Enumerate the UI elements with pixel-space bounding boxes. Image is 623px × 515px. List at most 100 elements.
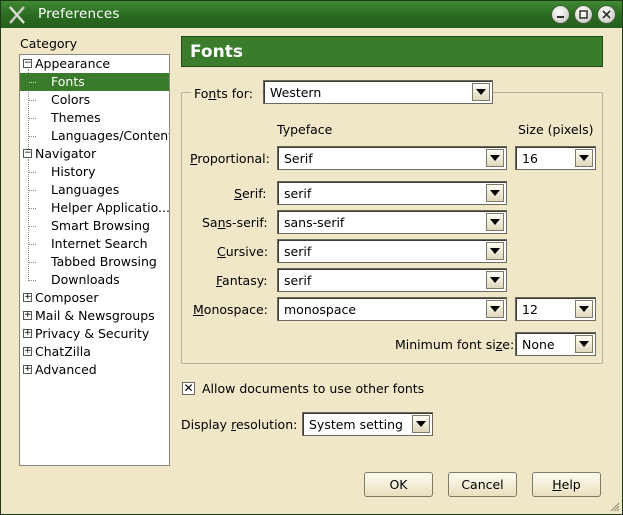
tree-item-mail-newsgroups[interactable]: + Mail & Newsgroups <box>20 307 169 325</box>
dropdown-arrow-icon[interactable] <box>575 149 593 167</box>
category-tree[interactable]: − Appearance Fonts Colors Themes Languag… <box>19 54 170 466</box>
dropdown-arrow-icon[interactable] <box>486 300 504 318</box>
fonts-for-value: Western <box>270 85 322 100</box>
display-resolution-select[interactable]: System setting <box>302 412 433 436</box>
maximize-icon <box>579 10 588 19</box>
monospace-size-select[interactable]: 12 <box>515 297 596 321</box>
tree-item-chatzilla[interactable]: + ChatZilla <box>20 343 169 361</box>
serif-label: Serif: <box>234 186 267 201</box>
tree-branch <box>29 280 36 281</box>
sans-serif-typeface-select[interactable]: sans-serif <box>277 210 507 234</box>
minimum-font-size-value: None <box>522 337 555 352</box>
monospace-typeface-select[interactable]: monospace <box>277 297 507 321</box>
minimum-font-size-label: Minimum font size: <box>395 337 515 352</box>
tree-branch <box>29 172 36 173</box>
tree-item-themes[interactable]: Themes <box>20 109 169 127</box>
page-title: Fonts <box>190 42 243 62</box>
tree-branch <box>29 262 36 263</box>
preferences-window: Preferences Category − Appearance Fonts … <box>0 0 623 515</box>
fonts-for-select[interactable]: Western <box>263 80 493 104</box>
expand-icon[interactable]: + <box>23 329 32 338</box>
tree-branch <box>29 100 36 101</box>
monospace-size-value: 12 <box>522 302 538 317</box>
close-button[interactable] <box>597 5 616 24</box>
tree-item-languages[interactable]: Languages <box>20 181 169 199</box>
proportional-size-value: 16 <box>522 151 538 166</box>
collapse-icon[interactable]: − <box>23 59 32 68</box>
allow-fonts-checkbox[interactable]: ✕ <box>182 382 195 395</box>
monospace-typeface-value: monospace <box>284 302 357 317</box>
tree-item-languages-content[interactable]: Languages/Content <box>20 127 169 145</box>
tree-branch <box>29 208 36 209</box>
ok-button[interactable]: OK <box>364 472 433 497</box>
dropdown-arrow-icon[interactable] <box>472 83 490 101</box>
panel-header: Fonts <box>181 36 603 67</box>
tree-branch <box>29 226 36 227</box>
minimum-font-size-select[interactable]: None <box>515 332 596 356</box>
dropdown-arrow-icon[interactable] <box>412 415 430 433</box>
dropdown-arrow-icon[interactable] <box>486 184 504 202</box>
cursive-typeface-select[interactable]: serif <box>277 239 507 263</box>
expand-icon[interactable]: + <box>23 347 32 356</box>
tree-item-advanced[interactable]: + Advanced <box>20 361 169 379</box>
typeface-column-header: Typeface <box>277 122 333 137</box>
fantasy-label: Fantasy: <box>216 273 268 288</box>
close-icon <box>602 10 611 19</box>
gnome-x-icon <box>9 6 25 24</box>
maximize-button[interactable] <box>574 5 593 24</box>
tree-branch <box>29 82 36 83</box>
tree-item-colors[interactable]: Colors <box>20 91 169 109</box>
tree-branch <box>29 190 36 191</box>
tree-item-privacy-security[interactable]: + Privacy & Security <box>20 325 169 343</box>
collapse-icon[interactable]: − <box>23 149 32 158</box>
tree-item-history[interactable]: History <box>20 163 169 181</box>
cancel-button[interactable]: Cancel <box>448 472 517 497</box>
tree-item-composer[interactable]: + Composer <box>20 289 169 307</box>
window-title: Preferences <box>38 6 120 22</box>
fonts-for-row: Fonts for: <box>191 81 262 105</box>
tree-branch <box>29 244 36 245</box>
dropdown-arrow-icon[interactable] <box>575 335 593 353</box>
fonts-for-label: Fonts for: <box>194 85 253 101</box>
proportional-typeface-select[interactable]: Serif <box>277 146 507 170</box>
tree-item-internet-search[interactable]: Internet Search <box>20 235 169 253</box>
dropdown-arrow-icon[interactable] <box>575 300 593 318</box>
proportional-typeface-value: Serif <box>284 151 313 166</box>
sans-serif-label: Sans-serif: <box>202 215 268 230</box>
serif-typeface-select[interactable]: serif <box>277 181 507 205</box>
cursive-typeface-value: serif <box>284 244 312 259</box>
tree-branch <box>29 136 36 137</box>
tree-item-tabbed-browsing[interactable]: Tabbed Browsing <box>20 253 169 271</box>
tree-item-smart-browsing[interactable]: Smart Browsing <box>20 217 169 235</box>
expand-icon[interactable]: + <box>23 365 32 374</box>
cursive-label: Cursive: <box>217 244 269 259</box>
fantasy-typeface-select[interactable]: serif <box>277 268 507 292</box>
tree-branch <box>29 118 36 119</box>
title-bar[interactable]: Preferences <box>1 1 622 28</box>
tree-item-appearance[interactable]: − Appearance <box>20 55 169 73</box>
sans-serif-typeface-value: sans-serif <box>284 215 345 230</box>
proportional-size-select[interactable]: 16 <box>515 146 596 170</box>
display-resolution-label: Display resolution: <box>181 417 298 432</box>
dropdown-arrow-icon[interactable] <box>486 149 504 167</box>
expand-icon[interactable]: + <box>23 293 32 302</box>
expand-icon[interactable]: + <box>23 311 32 320</box>
allow-fonts-label[interactable]: Allow documents to use other fonts <box>202 381 424 396</box>
help-button[interactable]: Help <box>532 472 601 497</box>
proportional-label: Proportional: <box>190 151 270 166</box>
tree-item-navigator[interactable]: − Navigator <box>20 145 169 163</box>
category-label: Category <box>20 36 78 51</box>
fantasy-typeface-value: serif <box>284 273 312 288</box>
dropdown-arrow-icon[interactable] <box>486 242 504 260</box>
resize-grip-icon[interactable] <box>610 502 620 512</box>
size-column-header: Size (pixels) <box>518 122 594 137</box>
tree-item-helper-applications[interactable]: Helper Applicatio... <box>20 199 169 217</box>
dropdown-arrow-icon[interactable] <box>486 213 504 231</box>
tree-item-fonts[interactable]: Fonts <box>20 73 169 91</box>
dropdown-arrow-icon[interactable] <box>486 271 504 289</box>
monospace-label: Monospace: <box>193 302 268 317</box>
serif-typeface-value: serif <box>284 186 312 201</box>
tree-item-downloads[interactable]: Downloads <box>20 271 169 289</box>
minimize-icon <box>557 16 564 18</box>
minimize-button[interactable] <box>551 5 570 24</box>
